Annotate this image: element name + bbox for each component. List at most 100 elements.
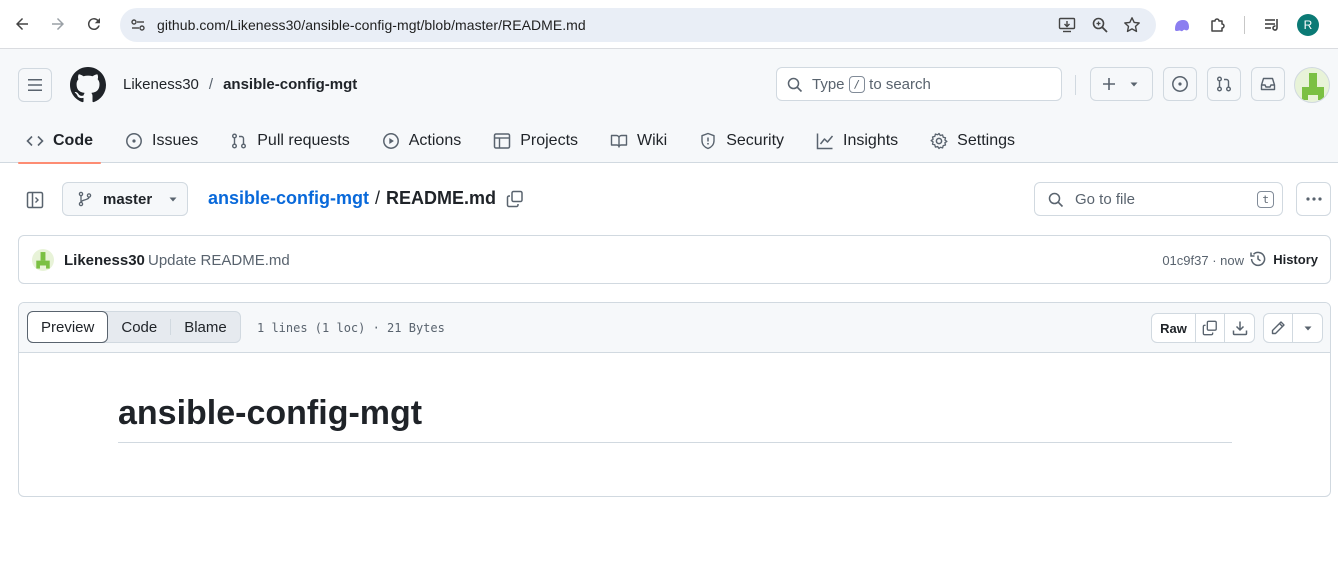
file-tree-toggle-button[interactable] (18, 183, 52, 217)
tab-pull-requests-label: Pull requests (257, 132, 350, 149)
commit-author-avatar[interactable] (32, 249, 54, 271)
graph-icon (816, 133, 834, 150)
reading-list-icon[interactable] (1262, 15, 1282, 35)
owner-link[interactable]: Likeness30 (123, 76, 199, 93)
copy-icon (1202, 320, 1217, 336)
file-header: Preview Code Blame 1 lines (1 loc) · 21 … (19, 303, 1330, 353)
view-mode-switch: Preview Code Blame (27, 311, 241, 343)
tab-wiki-label: Wiki (637, 132, 668, 149)
install-app-icon[interactable] (1058, 16, 1076, 34)
commit-author[interactable]: Likeness30 (64, 252, 145, 269)
breadcrumb-repo-link[interactable]: ansible-config-mgt (208, 188, 369, 209)
url-text: github.com/Likeness30/ansible-config-mgt… (157, 17, 586, 33)
user-avatar[interactable] (1294, 67, 1330, 103)
copy-path-icon[interactable] (506, 190, 524, 208)
inbox-button[interactable] (1251, 67, 1285, 101)
tab-settings[interactable]: Settings (922, 119, 1023, 163)
tab-insights[interactable]: Insights (808, 119, 906, 163)
tab-settings-label: Settings (957, 132, 1015, 149)
identicon-icon (36, 252, 50, 269)
download-icon (1232, 321, 1247, 336)
kebab-horizontal-icon (1305, 197, 1322, 201)
tab-pull-requests[interactable]: Pull requests (222, 119, 358, 163)
history-label: History (1273, 251, 1318, 267)
blame-mode-button[interactable]: Blame (171, 312, 240, 342)
browser-toolbar: github.com/Likeness30/ansible-config-mgt… (0, 0, 1338, 49)
tab-actions[interactable]: Actions (374, 119, 469, 163)
github-header: Likeness30 / ansible-config-mgt Type / t… (0, 49, 1338, 164)
zoom-icon[interactable] (1091, 16, 1109, 34)
search-prefix: Type (812, 76, 845, 93)
copy-raw-button[interactable] (1196, 314, 1225, 342)
readme-heading: ansible-config-mgt (118, 394, 1232, 443)
tab-projects-label: Projects (520, 132, 579, 149)
search-icon (1048, 192, 1064, 208)
issues-button[interactable] (1163, 67, 1197, 101)
pull-requests-button[interactable] (1207, 67, 1241, 101)
breadcrumb-separator: / (375, 188, 381, 208)
plus-icon (1103, 78, 1115, 90)
context-separator: / (208, 76, 214, 93)
repo-context: Likeness30 / ansible-config-mgt (123, 76, 357, 93)
triangle-down-icon (169, 197, 177, 202)
toolbar-divider (1244, 16, 1245, 34)
search-icon (787, 77, 803, 93)
git-branch-icon (78, 191, 92, 207)
more-options-button[interactable] (1296, 182, 1331, 216)
go-to-file-placeholder: Go to file (1075, 191, 1136, 208)
download-button[interactable] (1225, 314, 1254, 342)
edit-actions (1263, 313, 1323, 343)
edit-options-dropdown[interactable] (1293, 314, 1322, 342)
book-icon (610, 134, 628, 148)
bookmark-star-icon[interactable] (1123, 16, 1141, 34)
issue-icon (126, 133, 142, 149)
tab-issues-label: Issues (152, 132, 199, 149)
inbox-icon (1260, 77, 1276, 91)
edit-file-button[interactable] (1264, 314, 1293, 342)
breadcrumb: ansible-config-mgt / README.md (208, 188, 524, 209)
tab-security[interactable]: Security (691, 119, 792, 163)
go-to-file-shortcut-key: t (1257, 191, 1274, 208)
search-suffix: to search (869, 76, 931, 93)
github-logo-icon[interactable] (70, 67, 106, 103)
create-new-button[interactable] (1090, 67, 1153, 101)
table-icon (493, 133, 511, 149)
history-button[interactable]: History (1249, 250, 1318, 268)
tab-code[interactable]: Code (18, 119, 101, 164)
breadcrumb-file-name: README.md (386, 188, 497, 208)
arrow-right-icon (52, 18, 64, 30)
menu-button[interactable] (18, 68, 52, 102)
pencil-icon (1271, 321, 1285, 335)
search-input[interactable]: Type / to search (776, 67, 1062, 101)
hamburger-icon (28, 79, 42, 91)
repo-link[interactable]: ansible-config-mgt (223, 76, 357, 93)
history-icon (1250, 251, 1266, 267)
tab-security-label: Security (726, 132, 785, 149)
site-info-icon[interactable] (130, 17, 146, 33)
raw-button[interactable]: Raw (1152, 314, 1196, 342)
back-button[interactable] (10, 12, 34, 36)
code-mode-button[interactable]: Code (108, 312, 170, 342)
pull-request-icon (232, 133, 247, 149)
raw-actions: Raw (1151, 313, 1255, 343)
address-bar[interactable]: github.com/Likeness30/ansible-config-mgt… (120, 8, 1156, 42)
profile-avatar[interactable]: R (1297, 14, 1319, 36)
tab-wiki[interactable]: Wiki (602, 119, 675, 163)
play-icon (382, 133, 399, 149)
go-to-file-input[interactable]: Go to file t (1034, 182, 1283, 216)
tab-issues[interactable]: Issues (117, 119, 206, 163)
forward-button[interactable] (46, 12, 70, 36)
branch-name: master (103, 190, 153, 208)
reload-button[interactable] (82, 12, 106, 36)
commit-sha-time[interactable]: 01c9f37 · now (1162, 253, 1244, 268)
tab-actions-label: Actions (408, 132, 462, 149)
branch-selector[interactable]: master (62, 182, 188, 216)
tab-projects[interactable]: Projects (485, 119, 586, 163)
extensions-puzzle-icon[interactable] (1208, 15, 1228, 35)
issue-opened-icon (1172, 76, 1188, 92)
commit-message[interactable]: Update README.md (148, 252, 290, 269)
extension-ghost-icon[interactable] (1172, 15, 1192, 35)
preview-mode-button[interactable]: Preview (27, 311, 109, 343)
header-divider (1075, 75, 1076, 95)
search-placeholder: Type / to search (812, 76, 931, 93)
